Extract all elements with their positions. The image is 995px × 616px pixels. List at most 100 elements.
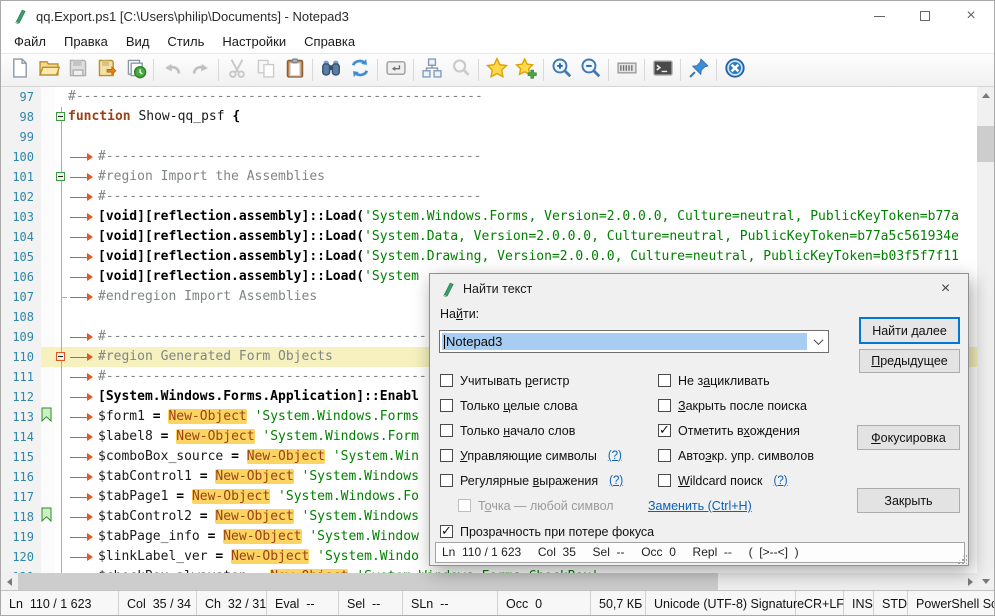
redo-button[interactable] <box>186 56 215 84</box>
checkbox-icon[interactable] <box>440 374 453 387</box>
find-button[interactable] <box>316 56 345 84</box>
code-folding-button[interactable] <box>417 56 446 84</box>
fold-margin[interactable] <box>55 507 68 527</box>
search-text-selected[interactable]: Notepad3 <box>442 333 807 350</box>
search-dropdown-button[interactable] <box>808 331 828 352</box>
find-option-left-4[interactable]: Регулярные выражения(?) <box>440 468 623 493</box>
undo-button[interactable] <box>157 56 186 84</box>
code-text[interactable] <box>68 127 979 147</box>
checkbox-icon[interactable] <box>440 474 453 487</box>
fold-collapse-icon[interactable] <box>56 352 65 361</box>
checkbox-checked-icon[interactable] <box>440 525 453 538</box>
code-line-103[interactable]: 103[void][reflection.assembly]::Load('Sy… <box>1 207 979 227</box>
checkbox-checked-icon[interactable] <box>658 424 671 437</box>
checkbox-icon[interactable] <box>440 449 453 462</box>
fold-margin[interactable] <box>55 127 68 147</box>
cut-button[interactable] <box>222 56 251 84</box>
find-dialog-title-bar[interactable]: Найти текст × <box>430 274 968 304</box>
menu-item-3[interactable]: Стиль <box>158 31 213 53</box>
code-line-97[interactable]: 97#-------------------------------------… <box>1 87 979 107</box>
status-selection[interactable]: Sel -- <box>339 591 403 616</box>
fold-margin[interactable] <box>55 527 68 547</box>
find-option-right-1[interactable]: Закрыть после поиска <box>658 393 814 418</box>
code-line-105[interactable]: 105[void][reflection.assembly]::Load('Sy… <box>1 247 979 267</box>
code-text[interactable]: function Show-qq_psf { <box>68 107 979 127</box>
scroll-right-arrow[interactable] <box>962 573 979 590</box>
save-file-button[interactable] <box>63 56 92 84</box>
checkbox-icon[interactable] <box>440 399 453 412</box>
help-link[interactable]: (?) <box>774 475 788 487</box>
find-previous-button[interactable]: Предыдущее <box>859 349 960 373</box>
add-favorite-button[interactable] <box>511 56 540 84</box>
find-next-button[interactable]: Найти далее <box>859 317 960 344</box>
close-dialog-button[interactable]: Закрыть <box>857 488 960 513</box>
checkbox-icon[interactable] <box>658 449 671 462</box>
code-text[interactable]: [void][reflection.assembly]::Load('Syste… <box>68 207 979 227</box>
status-occurrences[interactable]: Occ 0 <box>498 591 591 616</box>
status-std-mode[interactable]: STD <box>874 591 908 616</box>
menu-item-0[interactable]: Файл <box>5 31 55 53</box>
fold-margin[interactable] <box>55 267 68 287</box>
code-text[interactable]: [void][reflection.assembly]::Load('Syste… <box>68 227 979 247</box>
fold-collapse-icon[interactable] <box>56 172 65 181</box>
menu-item-2[interactable]: Вид <box>117 31 159 53</box>
fold-margin[interactable] <box>55 147 68 167</box>
fold-margin[interactable] <box>55 247 68 267</box>
checkbox-icon[interactable] <box>658 399 671 412</box>
status-character[interactable]: Ch 32 / 31 <box>197 591 267 616</box>
open-file-button[interactable] <box>34 56 63 84</box>
checkbox-icon[interactable] <box>658 474 671 487</box>
code-line-102[interactable]: 102#------------------------------------… <box>1 187 979 207</box>
fold-margin[interactable] <box>55 547 68 567</box>
status-syntax-scheme[interactable]: PowerShell Script <box>908 591 995 616</box>
fold-margin[interactable] <box>55 107 68 127</box>
status-eol-mode[interactable]: CR+LF <box>796 591 844 616</box>
maximize-button[interactable] <box>902 1 948 31</box>
find-option-right-0[interactable]: Не зацикливать <box>658 368 814 393</box>
scroll-left-arrow[interactable] <box>1 573 18 590</box>
code-line-104[interactable]: 104[void][reflection.assembly]::Load('Sy… <box>1 227 979 247</box>
status-selected-lines[interactable]: SLn -- <box>403 591 498 616</box>
fold-margin[interactable] <box>55 427 68 447</box>
fold-margin[interactable] <box>55 287 68 307</box>
code-line-101[interactable]: 101#region Import the Assemblies <box>1 167 979 187</box>
code-text[interactable]: #region Import the Assemblies <box>68 167 979 187</box>
zoom-out-button[interactable] <box>576 56 605 84</box>
fold-margin[interactable] <box>55 167 68 187</box>
status-file-size[interactable]: 50,7 КБ <box>591 591 646 616</box>
fold-margin[interactable] <box>55 347 68 367</box>
fold-collapse-icon[interactable] <box>56 112 65 121</box>
minimize-button[interactable] <box>856 1 902 31</box>
zoom-in-button[interactable] <box>547 56 576 84</box>
status-line[interactable]: Ln 110 / 1 623 <box>1 591 119 616</box>
menu-item-5[interactable]: Справка <box>295 31 364 53</box>
replace-button[interactable] <box>345 56 374 84</box>
favorites-button[interactable] <box>482 56 511 84</box>
focus-button[interactable]: Фокусировка <box>857 425 960 450</box>
transparency-checkbox-0[interactable]: Прозрачность при потере фокуса <box>440 519 654 544</box>
paste-button[interactable] <box>280 56 309 84</box>
console-button[interactable] <box>648 56 677 84</box>
fold-margin[interactable] <box>55 367 68 387</box>
checkbox-icon[interactable] <box>440 424 453 437</box>
fold-margin[interactable] <box>55 327 68 347</box>
find-option-left-1[interactable]: Только целые слова <box>440 393 623 418</box>
search-input[interactable]: Notepad3 <box>439 330 829 353</box>
code-text[interactable]: #---------------------------------------… <box>68 147 979 167</box>
mark-occurrences-button[interactable] <box>446 56 475 84</box>
find-option-left-2[interactable]: Только начало слов <box>440 418 623 443</box>
fold-margin[interactable] <box>55 307 68 327</box>
fold-margin[interactable] <box>55 207 68 227</box>
title-bar[interactable]: qq.Export.ps1 [C:\Users\philip\Documents… <box>1 1 994 31</box>
find-dialog-close-button[interactable]: × <box>923 274 968 303</box>
horizontal-scrollbar[interactable] <box>1 573 979 590</box>
pin-window-button[interactable] <box>684 56 713 84</box>
fold-margin[interactable] <box>55 407 68 427</box>
code-line-100[interactable]: 100#------------------------------------… <box>1 147 979 167</box>
whitespace-button[interactable] <box>612 56 641 84</box>
status-insert-mode[interactable]: INS <box>844 591 874 616</box>
find-option-left-3[interactable]: Управляющие символы(?) <box>440 443 623 468</box>
code-line-98[interactable]: 98function Show-qq_psf { <box>1 107 979 127</box>
help-link[interactable]: (?) <box>608 450 622 462</box>
recent-files-button[interactable] <box>121 56 150 84</box>
